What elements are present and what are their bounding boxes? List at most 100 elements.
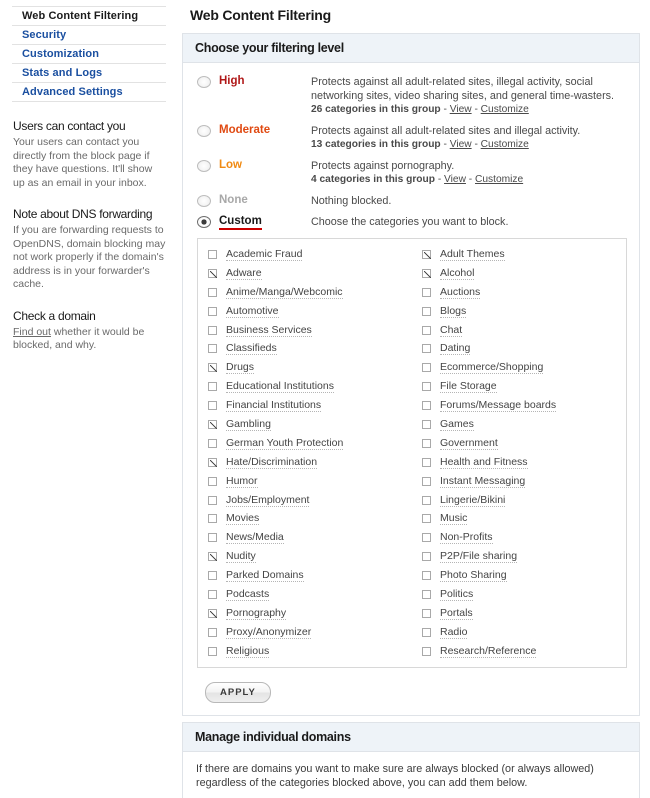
- category-label[interactable]: Nudity: [226, 550, 256, 564]
- category-label[interactable]: Ecommerce/Shopping: [440, 361, 544, 375]
- category-row[interactable]: P2P/File sharing: [422, 547, 626, 566]
- category-checkbox[interactable]: [422, 495, 431, 505]
- category-row[interactable]: Nudity: [208, 547, 412, 566]
- category-label[interactable]: Hate/Discrimination: [226, 456, 318, 469]
- category-label[interactable]: News/Media: [226, 531, 284, 545]
- category-checkbox[interactable]: [422, 325, 431, 335]
- category-label[interactable]: Lingerie/Bikini: [440, 494, 506, 507]
- category-row[interactable]: Portals: [422, 604, 626, 623]
- category-label[interactable]: Adware: [226, 267, 262, 280]
- category-row[interactable]: Instant Messaging: [422, 472, 626, 491]
- category-row[interactable]: Anime/Manga/Webcomic: [208, 283, 412, 302]
- category-label[interactable]: Portals: [440, 607, 473, 620]
- category-label[interactable]: Dating: [440, 342, 471, 356]
- category-label[interactable]: Adult Themes: [440, 248, 505, 261]
- category-label[interactable]: Jobs/Employment: [226, 494, 310, 507]
- category-label[interactable]: Automotive: [226, 305, 279, 318]
- category-label[interactable]: Photo Sharing: [440, 569, 507, 583]
- category-label[interactable]: Humor: [226, 475, 258, 488]
- sidebar-item-stats-and-logs[interactable]: Stats and Logs: [12, 64, 166, 83]
- category-row[interactable]: File Storage: [422, 377, 626, 396]
- category-row[interactable]: Politics: [422, 585, 626, 604]
- sidebar-item-security[interactable]: Security: [12, 26, 166, 45]
- category-row[interactable]: Radio: [422, 623, 626, 642]
- category-row[interactable]: Classifieds: [208, 339, 412, 358]
- category-checkbox[interactable]: [422, 571, 431, 581]
- category-row[interactable]: Health and Fitness: [422, 453, 626, 472]
- category-label[interactable]: Politics: [440, 588, 474, 601]
- category-label[interactable]: German Youth Protection: [226, 437, 344, 450]
- category-checkbox[interactable]: [208, 382, 217, 392]
- category-checkbox[interactable]: [208, 571, 217, 581]
- filtering-level-row-high[interactable]: High Protects against all adult-related s…: [193, 71, 629, 120]
- category-row[interactable]: Jobs/Employment: [208, 491, 412, 510]
- category-checkbox[interactable]: [208, 401, 217, 411]
- category-row[interactable]: Educational Institutions: [208, 377, 412, 396]
- category-row[interactable]: Humor: [208, 472, 412, 491]
- category-checkbox[interactable]: [208, 268, 217, 278]
- radio-moderate[interactable]: [197, 125, 211, 137]
- category-row[interactable]: Government: [422, 434, 626, 453]
- category-label[interactable]: Forums/Message boards: [440, 399, 557, 413]
- category-label[interactable]: Anime/Manga/Webcomic: [226, 286, 343, 299]
- category-row[interactable]: Lingerie/Bikini: [422, 491, 626, 510]
- category-row[interactable]: Photo Sharing: [422, 566, 626, 585]
- customize-link[interactable]: Customize: [475, 174, 523, 185]
- find-out-link[interactable]: Find out: [13, 326, 51, 338]
- category-label[interactable]: Non-Profits: [440, 531, 493, 545]
- view-link[interactable]: View: [444, 174, 466, 185]
- sidebar-item-customization[interactable]: Customization: [12, 45, 166, 64]
- category-label[interactable]: Gambling: [226, 418, 271, 431]
- category-label[interactable]: Educational Institutions: [226, 380, 334, 394]
- category-row[interactable]: Financial Institutions: [208, 396, 412, 415]
- category-label[interactable]: Blogs: [440, 305, 467, 318]
- view-link[interactable]: View: [450, 104, 472, 115]
- category-row[interactable]: Business Services: [208, 321, 412, 340]
- sidebar-item-advanced-settings[interactable]: Advanced Settings: [12, 83, 166, 102]
- category-checkbox[interactable]: [422, 382, 431, 392]
- category-label[interactable]: Drugs: [226, 361, 255, 375]
- radio-high[interactable]: [197, 76, 211, 88]
- category-label[interactable]: File Storage: [440, 380, 497, 394]
- category-label[interactable]: Movies: [226, 512, 260, 526]
- apply-button[interactable]: APPLY: [205, 681, 271, 703]
- category-checkbox[interactable]: [422, 363, 431, 373]
- category-row[interactable]: Hate/Discrimination: [208, 453, 412, 472]
- category-checkbox[interactable]: [208, 306, 217, 316]
- category-checkbox[interactable]: [422, 249, 431, 259]
- category-checkbox[interactable]: [208, 287, 217, 297]
- category-checkbox[interactable]: [422, 306, 431, 316]
- category-checkbox[interactable]: [422, 514, 431, 524]
- category-row[interactable]: Adware: [208, 264, 412, 283]
- category-label[interactable]: Health and Fitness: [440, 456, 528, 469]
- category-row[interactable]: Dating: [422, 339, 626, 358]
- category-row[interactable]: Religious: [208, 642, 412, 661]
- category-row[interactable]: Academic Fraud: [208, 245, 412, 264]
- category-label[interactable]: Proxy/Anonymizer: [226, 626, 312, 639]
- category-checkbox[interactable]: [422, 476, 431, 486]
- category-row[interactable]: Forums/Message boards: [422, 396, 626, 415]
- category-checkbox[interactable]: [422, 344, 431, 354]
- category-checkbox[interactable]: [422, 457, 431, 467]
- category-checkbox[interactable]: [422, 646, 431, 656]
- category-label[interactable]: Music: [440, 512, 468, 526]
- category-checkbox[interactable]: [208, 533, 217, 543]
- category-label[interactable]: Games: [440, 418, 474, 431]
- category-row[interactable]: Music: [422, 509, 626, 528]
- category-row[interactable]: Games: [422, 415, 626, 434]
- filtering-level-row-none[interactable]: None Nothing blocked.: [193, 190, 629, 211]
- customize-link[interactable]: Customize: [481, 104, 529, 115]
- category-checkbox[interactable]: [208, 495, 217, 505]
- category-label[interactable]: Academic Fraud: [226, 248, 303, 261]
- category-row[interactable]: Alcohol: [422, 264, 626, 283]
- category-row[interactable]: Ecommerce/Shopping: [422, 358, 626, 377]
- category-checkbox[interactable]: [422, 401, 431, 411]
- category-checkbox[interactable]: [422, 627, 431, 637]
- category-label[interactable]: Pornography: [226, 607, 287, 620]
- category-row[interactable]: Gambling: [208, 415, 412, 434]
- category-checkbox[interactable]: [208, 419, 217, 429]
- category-row[interactable]: Automotive: [208, 302, 412, 321]
- category-checkbox[interactable]: [422, 608, 431, 618]
- category-checkbox[interactable]: [208, 249, 217, 259]
- category-checkbox[interactable]: [208, 457, 217, 467]
